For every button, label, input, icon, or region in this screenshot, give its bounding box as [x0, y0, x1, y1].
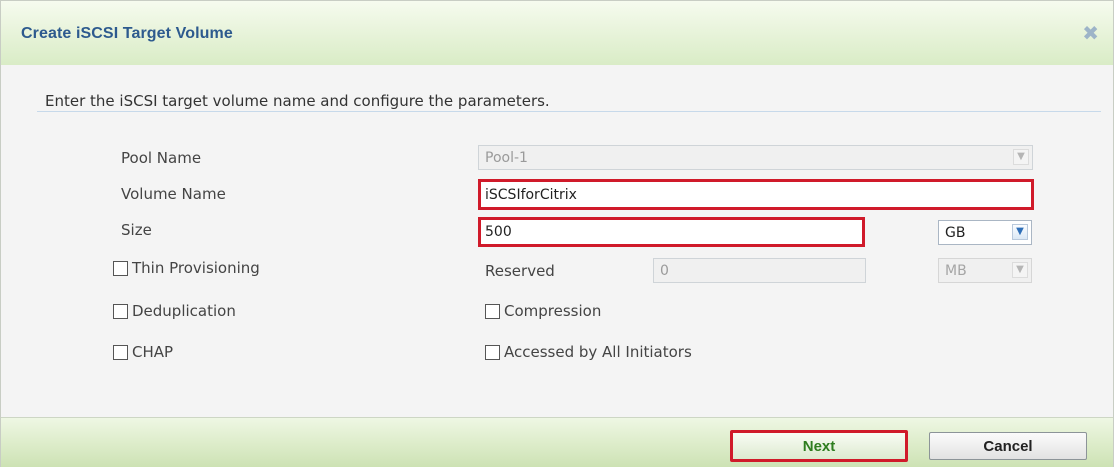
reserved-label: Reserved — [485, 262, 555, 280]
size-value: 500 — [485, 224, 512, 240]
checkbox-box[interactable] — [113, 303, 128, 319]
divider — [37, 111, 1101, 112]
compression-checkbox[interactable]: Compression — [485, 302, 601, 320]
compression-label: Compression — [504, 302, 602, 320]
pool-name-label: Pool Name — [121, 149, 202, 167]
pool-name-select[interactable]: Pool-1 ▼ — [478, 145, 1033, 170]
thin-provisioning-checkbox[interactable]: Thin Provisioning — [113, 259, 260, 277]
checkbox-box[interactable] — [485, 344, 500, 360]
size-label: Size — [121, 221, 152, 239]
thin-provisioning-label: Thin Provisioning — [132, 259, 260, 277]
cancel-button[interactable]: Cancel — [929, 432, 1087, 460]
checkbox-box[interactable] — [485, 303, 500, 319]
chevron-down-icon: ▼ — [1012, 224, 1028, 240]
next-button[interactable]: Next — [730, 430, 908, 462]
reserved-unit-value: MB — [945, 262, 967, 279]
chevron-down-icon: ▼ — [1013, 149, 1029, 165]
dialog-title: Create iSCSI Target Volume — [21, 25, 233, 42]
chevron-down-icon: ▼ — [1012, 262, 1028, 278]
accessed-by-all-initiators-checkbox[interactable]: Accessed by All Initiators — [485, 343, 692, 361]
deduplication-label: Deduplication — [132, 302, 236, 320]
reserved-unit-select[interactable]: MB ▼ — [938, 258, 1032, 283]
chap-label: CHAP — [132, 343, 174, 361]
size-unit-value: GB — [945, 224, 966, 241]
volume-name-input[interactable]: iSCSIforCitrix — [478, 179, 1034, 210]
close-icon[interactable]: ✖ — [1082, 23, 1099, 43]
accessed-by-all-initiators-label: Accessed by All Initiators — [504, 343, 692, 361]
checkbox-box[interactable] — [113, 260, 128, 276]
volume-name-label: Volume Name — [121, 185, 226, 203]
dialog-titlebar: Create iSCSI Target Volume ✖ — [1, 1, 1113, 65]
reserved-input[interactable]: 0 — [653, 258, 866, 283]
instruction-text: Enter the iSCSI target volume name and c… — [45, 92, 550, 110]
checkbox-box[interactable] — [113, 344, 128, 360]
create-iscsi-target-volume-dialog: Create iSCSI Target Volume ✖ Enter the i… — [0, 0, 1114, 467]
deduplication-checkbox[interactable]: Deduplication — [113, 302, 236, 320]
size-unit-select[interactable]: GB ▼ — [938, 220, 1032, 245]
dialog-footer: Next Cancel — [1, 417, 1113, 467]
pool-name-value: Pool-1 — [485, 149, 528, 166]
volume-name-value: iSCSIforCitrix — [485, 186, 577, 203]
chap-checkbox[interactable]: CHAP — [113, 343, 173, 361]
dialog-content: Enter the iSCSI target volume name and c… — [1, 65, 1113, 417]
size-input[interactable]: 500 — [478, 217, 865, 247]
reserved-value: 0 — [660, 262, 669, 279]
